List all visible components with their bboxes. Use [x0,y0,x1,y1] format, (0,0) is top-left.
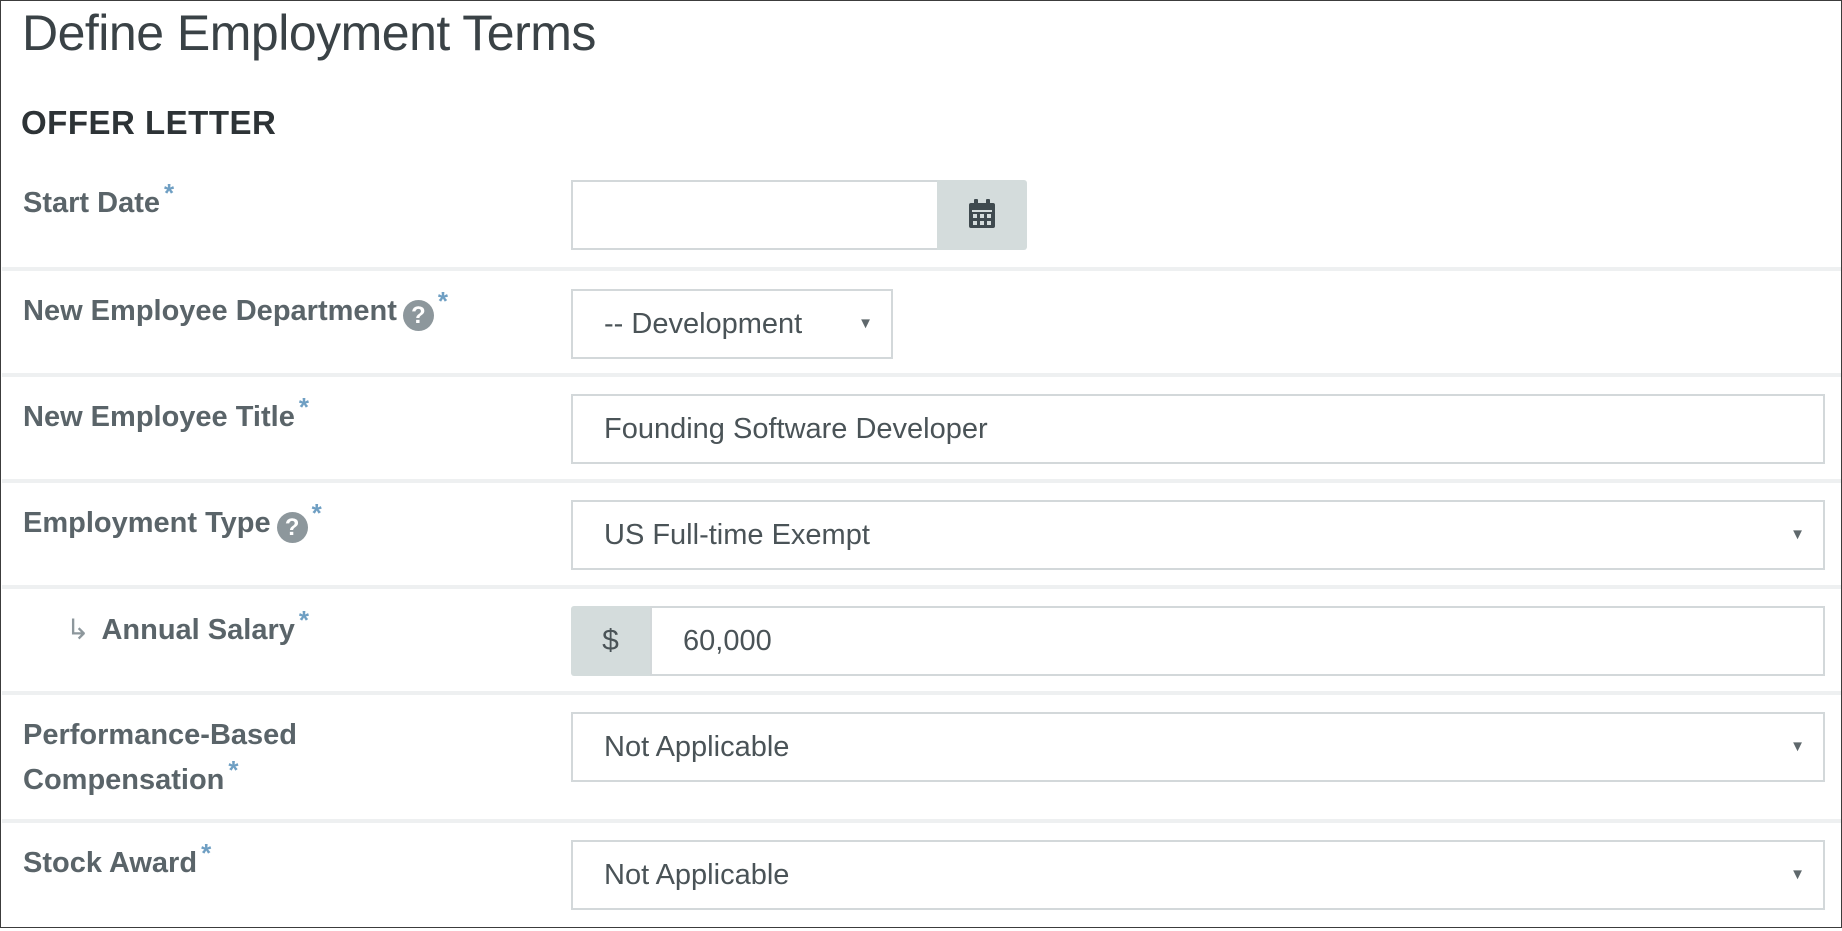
page-title: Define Employment Terms [22,5,596,61]
row-department: New Employee Department? * -- Development… [2,267,1841,373]
section-title: OFFER LETTER [21,104,277,141]
row-performance-compensation: Performance-Based Compensation * Not Appl… [2,691,1841,819]
row-annual-salary: ↳ Annual Salary * $ 60,000 [2,585,1841,691]
employment-type-select[interactable]: US Full-time Exempt ▼ [571,500,1825,570]
help-icon[interactable]: ? [276,512,308,543]
chevron-down-icon: ▼ [1790,738,1805,755]
annual-salary-input[interactable]: 60,000 [650,606,1825,676]
required-marker: * [437,286,449,316]
start-date-input[interactable] [571,180,939,250]
row-employment-type: Employment Type? * US Full-time Exempt ▼ [2,479,1841,585]
employment-terms-panel: Define Employment Terms OFFER LETTER Sta… [0,0,1842,928]
required-marker: * [164,178,175,208]
calendar-button[interactable] [937,180,1027,250]
chevron-down-icon: ▼ [1790,526,1805,543]
title-label: New Employee Title * [23,392,309,433]
required-marker: * [311,498,322,528]
calendar-icon [969,199,995,228]
stock-award-label: Stock Award * [23,838,212,879]
help-icon[interactable]: ? [402,300,434,331]
required-marker: * [298,392,309,422]
row-stock-award: Stock Award * Not Applicable ▼ [2,819,1841,931]
chevron-down-icon: ▼ [1790,866,1805,883]
required-marker: * [298,605,309,635]
employment-type-label: Employment Type? * [23,498,322,543]
sub-item-arrow-icon: ↳ [66,614,90,645]
start-date-label: Start Date * [23,178,175,219]
performance-compensation-label: Performance-Based Compensation * [23,719,297,796]
annual-salary-label: ↳ Annual Salary * [66,605,309,646]
currency-addon: $ [571,606,650,676]
title-input[interactable]: Founding Software Developer [571,394,1825,464]
performance-compensation-select[interactable]: Not Applicable ▼ [571,712,1825,782]
row-start-date: Start Date * [2,161,1841,263]
chevron-down-icon: ▼ [858,315,873,332]
department-label: New Employee Department? * [23,286,449,331]
stock-award-select[interactable]: Not Applicable ▼ [571,840,1825,910]
department-select[interactable]: -- Development ▼ [571,289,893,359]
required-marker: * [228,755,239,785]
required-marker: * [201,838,212,868]
row-title: New Employee Title * Founding Software De… [2,373,1841,479]
